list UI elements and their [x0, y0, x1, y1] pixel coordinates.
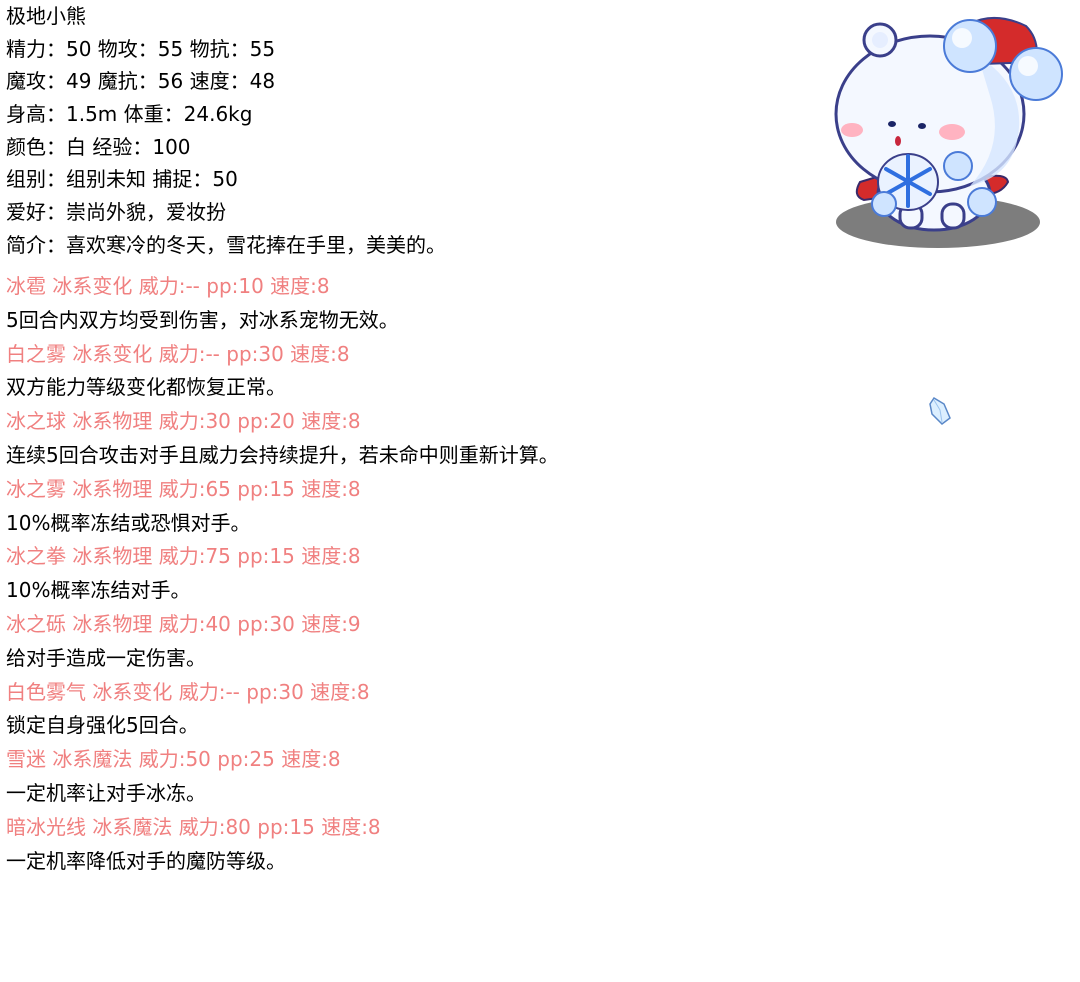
pet-body: 身高：1.5m 体重：24.6kg	[6, 102, 253, 127]
skill-head: 冰雹 冰系变化 威力:-- pp:10 速度:8	[6, 274, 330, 298]
skill-desc: 双方能力等级变化都恢复正常。	[6, 375, 286, 400]
skill-list: 冰雹 冰系变化 威力:-- pp:10 速度:8 5回合内双方均受到伤害，对冰系…	[6, 270, 806, 878]
pet-hobby: 爱好：崇尚外貌，爱妆扮	[6, 200, 226, 225]
skill-head: 雪迷 冰系魔法 威力:50 pp:25 速度:8	[6, 747, 341, 772]
skill-desc: 锁定自身强化5回合。	[6, 713, 199, 738]
ice-crystal-icon	[926, 396, 954, 426]
skill-desc: 10%概率冻结对手。	[6, 578, 191, 603]
skill-head: 白色雾气 冰系变化 威力:-- pp:30 速度:8	[6, 679, 370, 704]
pet-stats-2: 魔攻：49 魔抗：56 速度：48	[6, 69, 276, 94]
skill-desc: 10%概率冻结或恐惧对手。	[6, 510, 251, 535]
skill-head: 冰之球 冰系物理 威力:30 pp:20 速度:8	[6, 409, 361, 434]
pet-group-catch: 组别：组别未知 捕捉：50	[6, 167, 238, 192]
skill-desc: 给对手造成一定伤害。	[6, 645, 206, 670]
skill-head: 冰之雾 冰系物理 威力:65 pp:15 速度:8	[6, 476, 361, 501]
skill-desc: 一定机率降低对手的魔防等级。	[6, 848, 286, 873]
pet-name: 极地小熊	[6, 4, 86, 28]
skill-head: 冰之拳 冰系物理 威力:75 pp:15 速度:8	[6, 544, 361, 569]
skill-desc: 一定机率让对手冰冻。	[6, 780, 206, 805]
pet-stats-1: 精力：50 物攻：55 物抗：55	[6, 36, 276, 61]
pet-color-exp: 颜色：白 经验：100	[6, 134, 191, 159]
pet-intro: 简介：喜欢寒冷的冬天，雪花捧在手里，美美的。	[6, 232, 446, 257]
skill-desc: 连续5回合攻击对手且威力会持续提升，若未命中则重新计算。	[6, 442, 559, 467]
skill-head: 冰之砾 冰系物理 威力:40 pp:30 速度:9	[6, 611, 361, 636]
pet-info: 极地小熊 精力：50 物攻：55 物抗：55 魔攻：49 魔抗：56 速度：48…	[6, 0, 806, 262]
polar-bear-mascot	[830, 6, 1072, 252]
skill-head: 白之雾 冰系变化 威力:-- pp:30 速度:8	[6, 341, 350, 366]
skill-head: 暗冰光线 冰系魔法 威力:80 pp:15 速度:8	[6, 814, 381, 839]
skill-desc: 5回合内双方均受到伤害，对冰系宠物无效。	[6, 307, 399, 332]
